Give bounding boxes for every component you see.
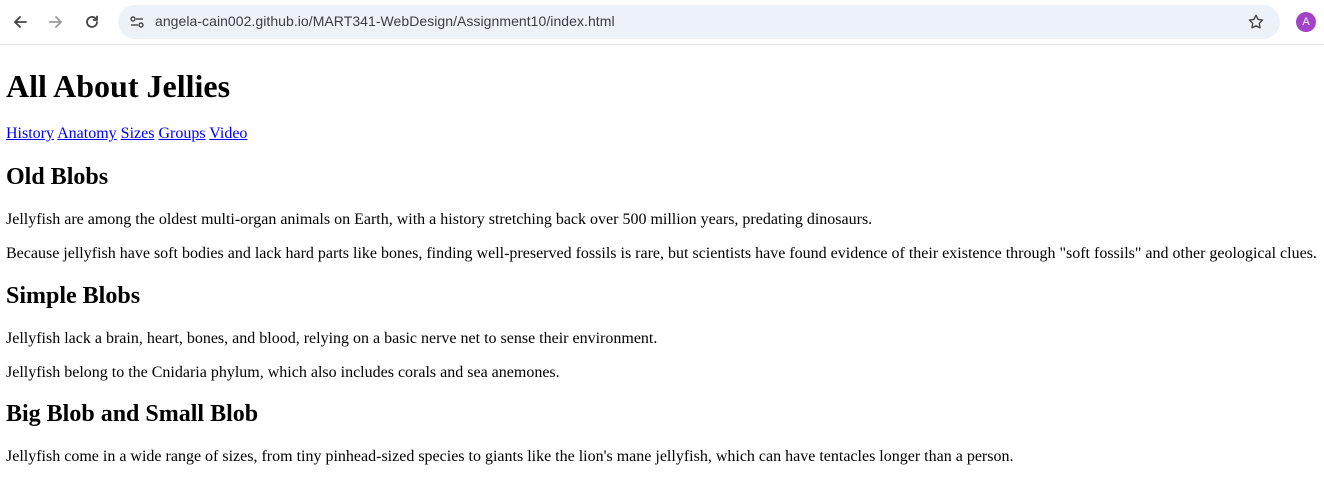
section-paragraph: Because jellyfish have soft bodies and l… [6,245,1317,262]
nav-link-anatomy[interactable]: Anatomy [57,125,117,142]
section-paragraph: Jellyfish lack a brain, heart, bones, an… [6,330,658,347]
page-title: All About Jellies [6,68,231,104]
section-paragraph: Jellyfish belong to the Cnidaria phylum,… [6,364,560,381]
address-bar[interactable]: angela-cain002.github.io/MART341-WebDesi… [118,5,1280,39]
reload-button[interactable] [79,8,105,36]
bookmark-star-icon [1248,14,1264,29]
nav-link-video[interactable]: Video [209,125,247,142]
nav-link-groups[interactable]: Groups [158,125,205,142]
nav-link-sizes[interactable]: Sizes [121,125,155,142]
browser-toolbar: angela-cain002.github.io/MART341-WebDesi… [0,0,1324,45]
arrow-back-icon [14,16,27,28]
bookmark-button[interactable] [1246,12,1266,32]
section-paragraph: Jellyfish are among the oldest multi-org… [6,211,873,228]
nav-links: History Anatomy Sizes Groups Video [6,125,247,143]
section-paragraph: Jellyfish come in a wide range of sizes,… [6,448,1014,465]
section-heading-old-blobs: Old Blobs [6,164,109,190]
profile-avatar[interactable]: A [1296,12,1316,32]
arrow-forward-icon [49,16,62,28]
nav-link-history[interactable]: History [6,125,54,142]
section-heading-simple-blobs: Simple Blobs [6,283,141,309]
section-heading-big-blob-small-blob: Big Blob and Small Blob [6,401,259,427]
site-info-icon [130,16,144,28]
reload-icon [86,15,98,28]
site-info-button[interactable] [126,12,148,32]
back-button[interactable] [7,8,33,36]
url-text[interactable]: angela-cain002.github.io/MART341-WebDesi… [155,13,615,29]
forward-button[interactable] [43,8,69,36]
